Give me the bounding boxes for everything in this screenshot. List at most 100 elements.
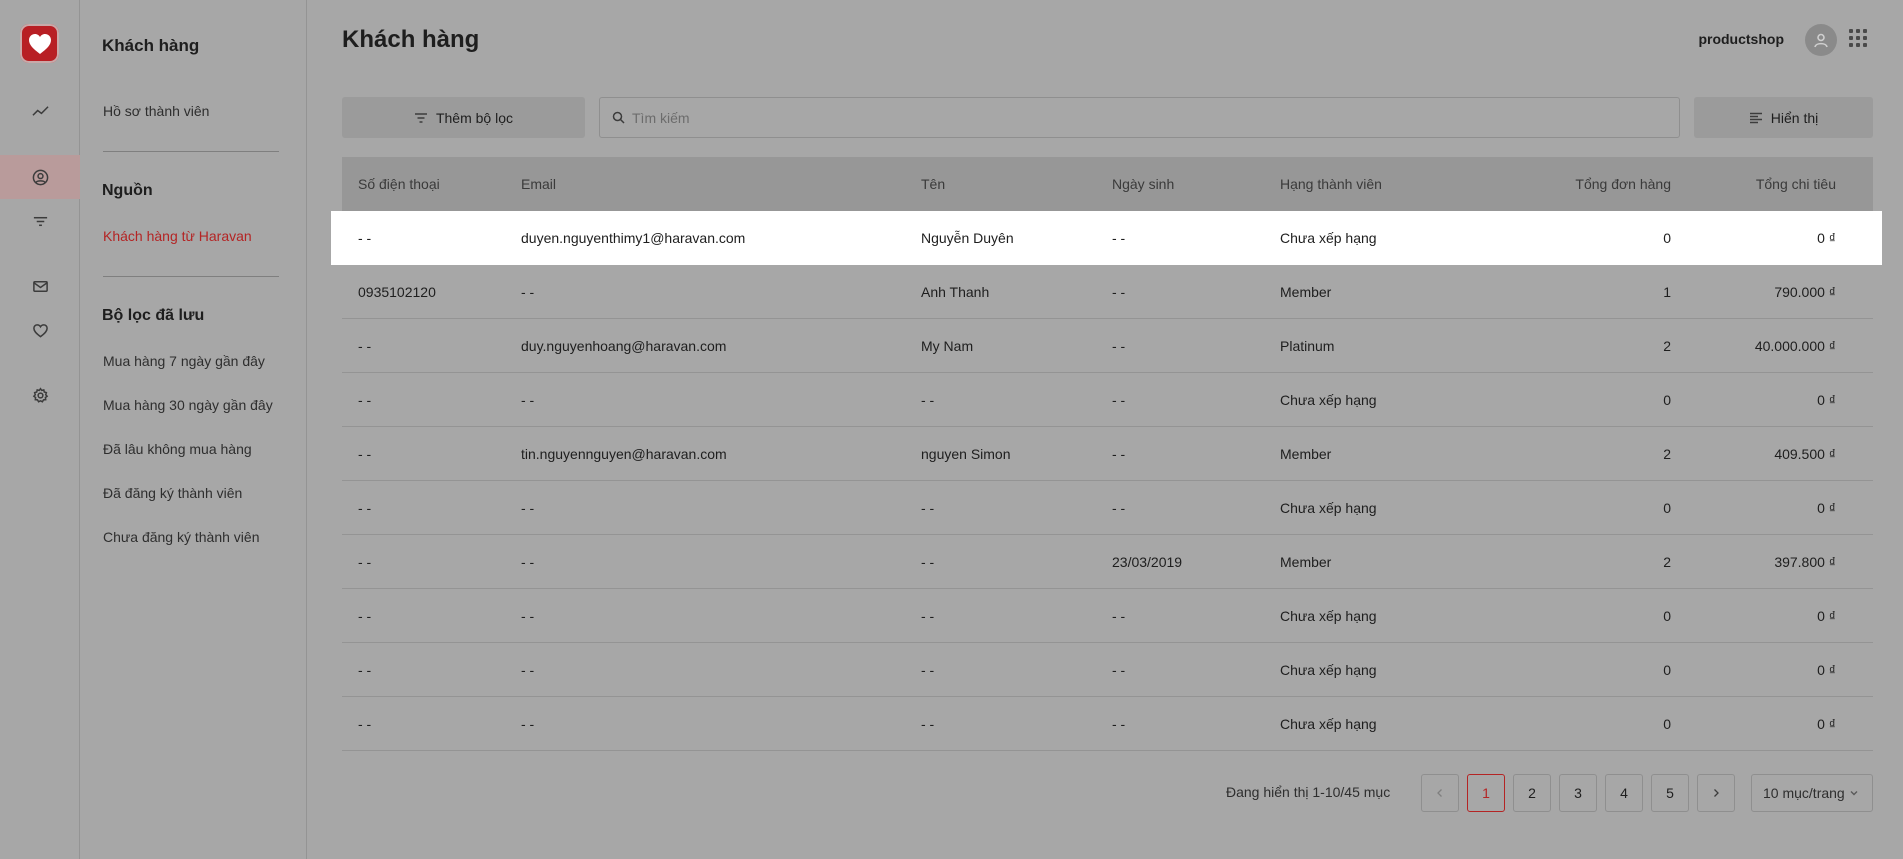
rail-customer-icon[interactable] bbox=[0, 155, 80, 199]
cell-total-spent: 409.500 ₫ bbox=[1774, 445, 1836, 462]
saved-filter-7-days[interactable]: Mua hàng 7 ngày gần đây bbox=[103, 353, 265, 369]
page-button-1[interactable]: 1 bbox=[1467, 774, 1505, 812]
cell-birthday: - - bbox=[1112, 337, 1126, 354]
shop-name[interactable]: productshop bbox=[1698, 31, 1784, 47]
page-size-select[interactable]: 10 mục/trang bbox=[1751, 774, 1873, 812]
page-title: Khách hàng bbox=[342, 26, 480, 53]
table-header: Số điện thoại Email Tên Ngày sinh Hạng t… bbox=[342, 157, 1873, 211]
cell-email: duy.nguyenhoang@haravan.com bbox=[521, 337, 727, 354]
cell-email: tin.nguyennguyen@haravan.com bbox=[521, 445, 727, 462]
cell-total-orders: 0 bbox=[1663, 715, 1671, 732]
sidebar: Khách hàng Hồ sơ thành viên Nguồn Khách … bbox=[80, 0, 307, 859]
cell-total-spent: 397.800 ₫ bbox=[1774, 553, 1836, 570]
cell-total-spent: 0 ₫ bbox=[1817, 607, 1836, 624]
page-button-3[interactable]: 3 bbox=[1559, 774, 1597, 812]
cell-phone: - - bbox=[358, 661, 372, 678]
cell-member-tier: Chưa xếp hạng bbox=[1280, 391, 1377, 408]
cell-total-orders: 2 bbox=[1663, 553, 1671, 570]
cell-phone: - - bbox=[358, 553, 372, 570]
sidebar-item-member-profile[interactable]: Hồ sơ thành viên bbox=[103, 103, 209, 119]
cell-email: - - bbox=[521, 553, 535, 570]
cell-phone: - - bbox=[358, 391, 372, 408]
saved-filter-registered[interactable]: Đã đăng ký thành viên bbox=[103, 485, 242, 501]
page-button-2[interactable]: 2 bbox=[1513, 774, 1551, 812]
cell-name: My Nam bbox=[921, 337, 974, 354]
cell-birthday: - - bbox=[1112, 499, 1126, 516]
search-icon bbox=[612, 111, 625, 124]
cell-email: - - bbox=[521, 661, 535, 678]
col-name[interactable]: Tên bbox=[921, 176, 1112, 192]
table-row[interactable]: - - - - - - - - Chưa xếp hạng 0 0 ₫ bbox=[342, 481, 1873, 535]
cell-email: - - bbox=[521, 283, 535, 300]
cell-name: - - bbox=[921, 499, 935, 516]
app-grid-icon[interactable] bbox=[1849, 29, 1867, 47]
table-row[interactable]: - - - - - - - - Chưa xếp hạng 0 0 ₫ bbox=[342, 643, 1873, 697]
table-row[interactable]: - - duy.nguyenhoang@haravan.com My Nam - - P… bbox=[342, 319, 1873, 373]
cell-total-spent: 0 ₫ bbox=[1817, 661, 1836, 678]
cell-phone: - - bbox=[358, 230, 372, 246]
cell-member-tier: Platinum bbox=[1280, 337, 1335, 354]
cell-email: - - bbox=[521, 499, 535, 516]
saved-filter-inactive[interactable]: Đã lâu không mua hàng bbox=[103, 441, 252, 457]
table-row[interactable]: - - duyen.nguyenthimy1@haravan.com Nguyễn … bbox=[331, 211, 1882, 265]
cell-birthday: - - bbox=[1112, 230, 1126, 246]
add-filter-button[interactable]: Thêm bộ lọc bbox=[342, 97, 585, 138]
col-total-orders[interactable]: Tổng đơn hàng bbox=[1520, 176, 1671, 192]
page-button-4[interactable]: 4 bbox=[1605, 774, 1643, 812]
col-phone[interactable]: Số điện thoại bbox=[342, 176, 521, 192]
rail-settings-gear-icon[interactable] bbox=[0, 373, 80, 417]
prev-page-chevron-left-icon[interactable] bbox=[1421, 774, 1459, 812]
saved-filter-30-days[interactable]: Mua hàng 30 ngày gần đây bbox=[103, 397, 273, 413]
filter-icon bbox=[414, 112, 427, 123]
rail-analytics-icon[interactable] bbox=[0, 89, 80, 133]
rail-filter-icon[interactable] bbox=[0, 199, 80, 243]
next-page-chevron-right-icon[interactable] bbox=[1697, 774, 1735, 812]
rail-loyalty-heart-icon[interactable] bbox=[0, 308, 80, 352]
app-logo-heart-icon[interactable] bbox=[20, 24, 59, 63]
cell-birthday: - - bbox=[1112, 607, 1126, 624]
cell-total-orders: 2 bbox=[1663, 337, 1671, 354]
table-row[interactable]: - - tin.nguyennguyen@haravan.com nguyen Si… bbox=[342, 427, 1873, 481]
saved-filter-unregistered[interactable]: Chưa đăng ký thành viên bbox=[103, 529, 259, 545]
col-email[interactable]: Email bbox=[521, 176, 921, 192]
table-row[interactable]: - - - - - - - - Chưa xếp hạng 0 0 ₫ bbox=[342, 589, 1873, 643]
cell-phone: - - bbox=[358, 607, 372, 624]
table-body: - - duyen.nguyenthimy1@haravan.com Nguyễn … bbox=[331, 211, 1882, 751]
sidebar-divider bbox=[103, 151, 279, 152]
search-input[interactable] bbox=[632, 109, 1646, 126]
col-member-tier[interactable]: Hạng thành viên bbox=[1280, 176, 1520, 192]
cell-total-orders: 0 bbox=[1663, 499, 1671, 516]
page-button-5[interactable]: 5 bbox=[1651, 774, 1689, 812]
cell-member-tier: Chưa xếp hạng bbox=[1280, 607, 1377, 624]
table-row[interactable]: - - - - - - 23/03/2019 Member 2 397.800 ₫ bbox=[342, 535, 1873, 589]
cell-phone: - - bbox=[358, 445, 372, 462]
cell-phone: - - bbox=[358, 499, 372, 516]
cell-email: - - bbox=[521, 607, 535, 624]
columns-icon bbox=[1749, 112, 1762, 123]
col-total-spent[interactable]: Tổng chi tiêu bbox=[1671, 176, 1852, 192]
cell-email: - - bbox=[521, 715, 535, 732]
col-birthday[interactable]: Ngày sinh bbox=[1112, 176, 1280, 192]
cell-birthday: 23/03/2019 bbox=[1112, 553, 1183, 570]
cell-member-tier: Chưa xếp hạng bbox=[1280, 499, 1377, 516]
pagination-info: Đang hiển thị 1-10/45 mục bbox=[1226, 784, 1391, 800]
rail-mail-icon[interactable] bbox=[0, 264, 80, 308]
cell-total-spent: 0 ₫ bbox=[1817, 230, 1836, 246]
chevron-down-icon bbox=[1850, 791, 1858, 796]
user-icon bbox=[1814, 33, 1828, 48]
cell-total-spent: 0 ₫ bbox=[1817, 391, 1836, 408]
avatar[interactable] bbox=[1805, 24, 1837, 56]
cell-total-orders: 0 bbox=[1663, 661, 1671, 678]
cell-birthday: - - bbox=[1112, 445, 1126, 462]
table-row[interactable]: - - - - - - - - Chưa xếp hạng 0 0 ₫ bbox=[342, 373, 1873, 427]
cell-name: - - bbox=[921, 661, 935, 678]
sidebar-source-heading: Nguồn bbox=[102, 182, 153, 199]
sidebar-item-haravan-customers[interactable]: Khách hàng từ Haravan bbox=[103, 228, 252, 244]
cell-birthday: - - bbox=[1112, 661, 1126, 678]
cell-total-orders: 0 bbox=[1663, 607, 1671, 624]
display-columns-button[interactable]: Hiển thị bbox=[1694, 97, 1873, 138]
icon-rail bbox=[0, 0, 80, 859]
table-row[interactable]: - - - - - - - - Chưa xếp hạng 0 0 ₫ bbox=[342, 697, 1873, 751]
search-box[interactable] bbox=[599, 97, 1680, 138]
table-row[interactable]: 0935102120 - - Anh Thanh - - Member 1 790.000 … bbox=[342, 265, 1873, 319]
